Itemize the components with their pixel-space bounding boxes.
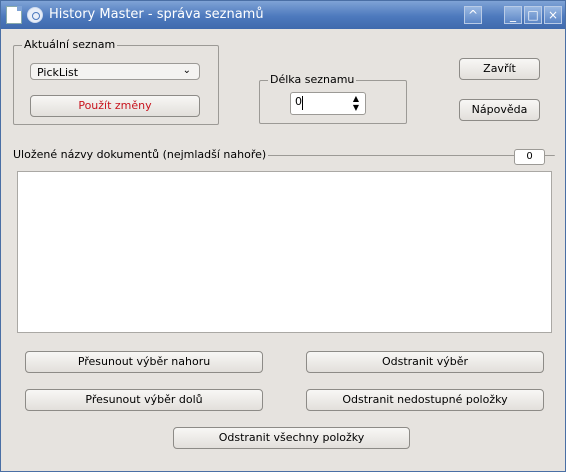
documents-group: Uložené názvy dokumentů (nejmladší nahoř… bbox=[11, 148, 555, 161]
remove-unavailable-button[interactable]: Odstranit nedostupné položky bbox=[306, 389, 544, 411]
text-caret bbox=[302, 96, 303, 110]
list-select-value: PickList bbox=[37, 66, 79, 79]
chevron-down-icon: ⌄ bbox=[182, 65, 191, 76]
move-down-button[interactable]: Přesunout výběr dolů bbox=[25, 389, 263, 411]
spin-arrows-icon[interactable]: ▲ ▼ bbox=[350, 94, 362, 114]
document-icon bbox=[6, 6, 22, 24]
documents-list[interactable] bbox=[17, 171, 552, 333]
minimize-button[interactable]: _ bbox=[504, 6, 522, 24]
current-list-legend: Aktuální seznam bbox=[22, 38, 118, 51]
list-length-value: 0 bbox=[295, 95, 302, 108]
window-title: History Master - správa seznamů bbox=[49, 7, 264, 22]
help-button[interactable]: Nápověda bbox=[459, 99, 540, 121]
title-bar[interactable]: History Master - správa seznamů ^ _ □ × bbox=[1, 1, 565, 29]
list-length-legend: Délka seznamu bbox=[268, 73, 357, 86]
documents-legend: Uložené názvy dokumentů (nejmladší nahoř… bbox=[11, 148, 269, 161]
document-count: 0 bbox=[514, 149, 545, 165]
current-list-group: Aktuální seznam PickList ⌄ Použít změny bbox=[13, 38, 219, 125]
remove-selected-button[interactable]: Odstranit výběr bbox=[306, 351, 544, 373]
list-length-spinbox[interactable]: 0 ▲ ▼ bbox=[290, 92, 366, 115]
move-up-button[interactable]: Přesunout výběr nahoru bbox=[25, 351, 263, 373]
apply-changes-button[interactable]: Použít změny bbox=[30, 95, 200, 117]
close-button[interactable]: Zavřít bbox=[459, 58, 540, 80]
history-master-window: History Master - správa seznamů ^ _ □ × … bbox=[0, 0, 566, 472]
list-select[interactable]: PickList ⌄ bbox=[30, 63, 200, 80]
window-menu-icon[interactable] bbox=[27, 7, 43, 23]
shade-button[interactable]: ^ bbox=[464, 6, 482, 24]
close-window-button[interactable]: × bbox=[544, 6, 562, 24]
list-length-group: Délka seznamu 0 ▲ ▼ bbox=[259, 73, 407, 124]
maximize-button[interactable]: □ bbox=[524, 6, 542, 24]
remove-all-button[interactable]: Odstranit všechny položky bbox=[173, 427, 410, 449]
